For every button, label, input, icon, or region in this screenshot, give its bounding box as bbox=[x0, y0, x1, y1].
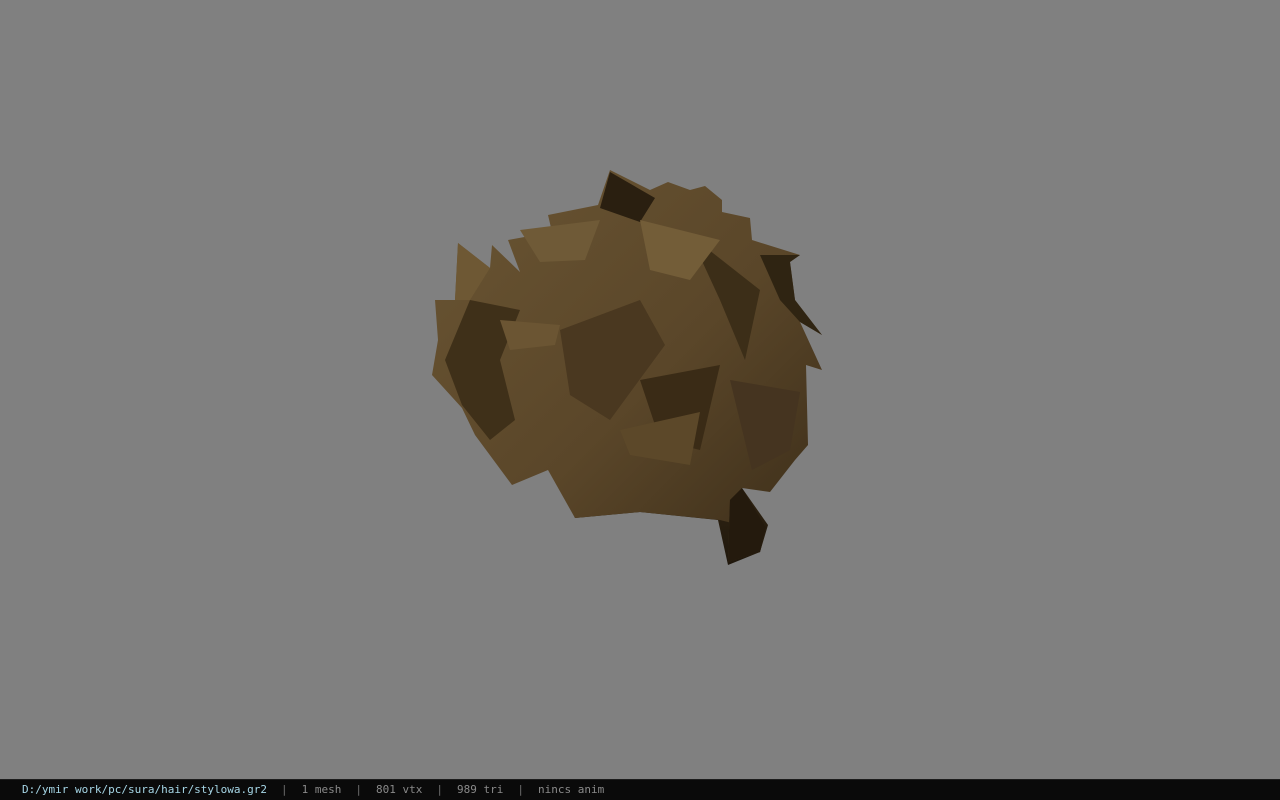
status-separator: | bbox=[281, 783, 288, 796]
status-separator: | bbox=[355, 783, 363, 796]
status-file-path: D:/ymir work/pc/sura/hair/stylowa.gr2 bbox=[22, 783, 268, 796]
status-separator: | bbox=[436, 783, 444, 796]
status-bar: D:/ymir work/pc/sura/hair/stylowa.gr2 | 1 … bbox=[0, 779, 1280, 800]
status-anim: nincs anim bbox=[538, 783, 605, 796]
status-mesh-count: 1 mesh bbox=[301, 783, 342, 796]
status-vertex-count: 801 vtx bbox=[376, 783, 423, 796]
status-separator: | bbox=[517, 783, 525, 796]
hair-model[interactable] bbox=[0, 0, 1280, 779]
3d-viewport[interactable] bbox=[0, 0, 1280, 779]
status-triangle-count: 989 tri bbox=[457, 783, 504, 796]
